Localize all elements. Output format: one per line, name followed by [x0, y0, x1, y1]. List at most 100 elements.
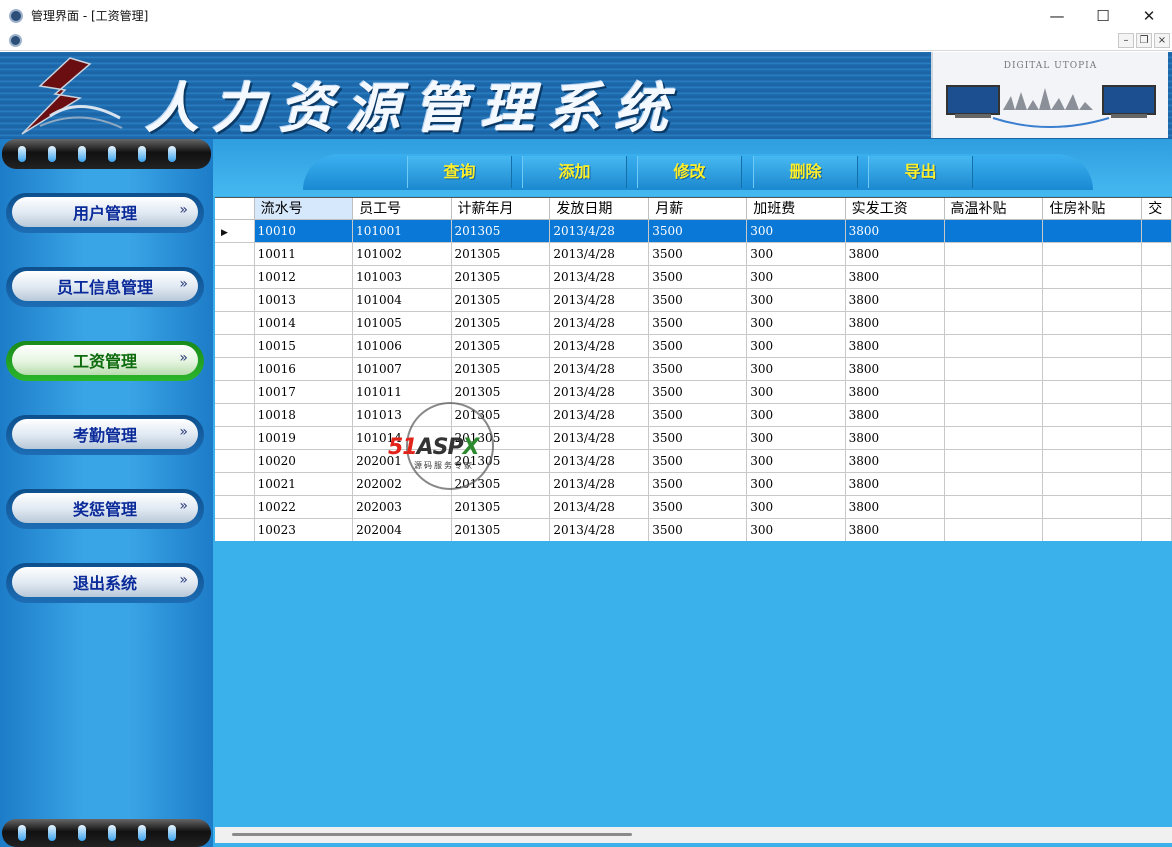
- table-cell[interactable]: 10014: [254, 311, 354, 335]
- delete-button[interactable]: 删除: [753, 156, 858, 188]
- table-cell[interactable]: 2013/4/28: [549, 495, 650, 519]
- table-cell[interactable]: [1141, 334, 1172, 358]
- table-row[interactable]: ▶ 10010 101001 201305 2013/4/28 3500 300 3800: [215, 219, 1172, 243]
- row-header[interactable]: [215, 242, 255, 266]
- table-cell[interactable]: 10013: [254, 288, 354, 312]
- table-cell[interactable]: 202004: [352, 518, 452, 541]
- table-cell[interactable]: 3500: [648, 288, 748, 312]
- table-cell[interactable]: 2013/4/28: [549, 426, 650, 450]
- table-cell[interactable]: 3800: [845, 311, 945, 335]
- table-cell[interactable]: 10019: [254, 426, 354, 450]
- table-cell[interactable]: 101004: [352, 288, 452, 312]
- table-cell[interactable]: [944, 426, 1044, 450]
- table-cell[interactable]: [944, 380, 1044, 404]
- table-cell[interactable]: 101007: [352, 357, 452, 381]
- row-header[interactable]: [215, 449, 255, 473]
- table-cell[interactable]: [944, 219, 1044, 243]
- row-header[interactable]: [215, 495, 255, 519]
- table-cell[interactable]: [1141, 472, 1172, 496]
- table-cell[interactable]: [1042, 265, 1143, 289]
- table-cell[interactable]: 201305: [451, 495, 551, 519]
- table-cell[interactable]: 300: [746, 495, 846, 519]
- table-row[interactable]: 10012 101003 201305 2013/4/28 3500 300 3800: [215, 265, 1172, 289]
- table-cell[interactable]: 201305: [451, 472, 551, 496]
- table-cell[interactable]: [944, 403, 1044, 427]
- table-cell[interactable]: 300: [746, 288, 846, 312]
- table-cell[interactable]: 300: [746, 403, 846, 427]
- table-cell[interactable]: [1042, 426, 1143, 450]
- table-row[interactable]: 10018 101013 201305 2013/4/28 3500 300 3800: [215, 403, 1172, 427]
- table-cell[interactable]: [944, 472, 1044, 496]
- row-header[interactable]: [215, 380, 255, 404]
- mdi-restore-button[interactable]: ❐: [1136, 33, 1152, 48]
- table-cell[interactable]: 10018: [254, 403, 354, 427]
- table-cell[interactable]: 2013/4/28: [549, 472, 650, 496]
- column-header[interactable]: 员工号: [352, 198, 452, 220]
- table-cell[interactable]: 300: [746, 426, 846, 450]
- row-header[interactable]: ▶: [215, 219, 255, 243]
- row-header[interactable]: [215, 403, 255, 427]
- table-cell[interactable]: 300: [746, 265, 846, 289]
- table-cell[interactable]: [944, 449, 1044, 473]
- table-cell[interactable]: 3800: [845, 380, 945, 404]
- nav-employee-info-management[interactable]: 员工信息管理 »: [6, 267, 204, 307]
- salary-data-grid[interactable]: 流水号 员工号 计薪年月 发放日期 月薪 加班费 实发工资 高温补贴 住房补贴 …: [215, 197, 1172, 541]
- table-cell[interactable]: 300: [746, 219, 846, 243]
- table-cell[interactable]: [1042, 288, 1143, 312]
- table-row[interactable]: 10017 101011 201305 2013/4/28 3500 300 3800: [215, 380, 1172, 404]
- table-cell[interactable]: 10023: [254, 518, 354, 541]
- table-cell[interactable]: [1141, 288, 1172, 312]
- table-cell[interactable]: 3800: [845, 242, 945, 266]
- add-button[interactable]: 添加: [522, 156, 627, 188]
- table-cell[interactable]: [1141, 219, 1172, 243]
- column-header[interactable]: 实发工资: [845, 198, 945, 220]
- table-cell[interactable]: 10017: [254, 380, 354, 404]
- table-cell[interactable]: 201305: [451, 265, 551, 289]
- maximize-button[interactable]: ☐: [1080, 0, 1126, 31]
- table-cell[interactable]: 201305: [451, 357, 551, 381]
- table-cell[interactable]: 201305: [451, 426, 551, 450]
- table-cell[interactable]: [1141, 403, 1172, 427]
- table-cell[interactable]: 2013/4/28: [549, 518, 650, 541]
- table-cell[interactable]: 3800: [845, 449, 945, 473]
- table-cell[interactable]: 201305: [451, 334, 551, 358]
- scrollbar-thumb[interactable]: [232, 833, 632, 836]
- table-row[interactable]: 10020 202001 201305 2013/4/28 3500 300 3800: [215, 449, 1172, 473]
- table-cell[interactable]: 2013/4/28: [549, 403, 650, 427]
- table-cell[interactable]: 2013/4/28: [549, 242, 650, 266]
- table-cell[interactable]: 10010: [254, 219, 354, 243]
- table-row[interactable]: 10016 101007 201305 2013/4/28 3500 300 3800: [215, 357, 1172, 381]
- table-cell[interactable]: 2013/4/28: [549, 449, 650, 473]
- table-cell[interactable]: 3500: [648, 334, 748, 358]
- table-cell[interactable]: 10015: [254, 334, 354, 358]
- table-cell[interactable]: [1042, 219, 1143, 243]
- table-cell[interactable]: 300: [746, 311, 846, 335]
- table-cell[interactable]: 3500: [648, 426, 748, 450]
- table-cell[interactable]: 101014: [352, 426, 452, 450]
- table-cell[interactable]: 10022: [254, 495, 354, 519]
- table-cell[interactable]: 10012: [254, 265, 354, 289]
- horizontal-scrollbar[interactable]: [215, 827, 1172, 843]
- table-cell[interactable]: 2013/4/28: [549, 311, 650, 335]
- column-header[interactable]: 流水号: [254, 198, 354, 220]
- row-header[interactable]: [215, 288, 255, 312]
- table-cell[interactable]: 300: [746, 449, 846, 473]
- table-row[interactable]: 10019 101014 201305 2013/4/28 3500 300 3800: [215, 426, 1172, 450]
- table-cell[interactable]: [1042, 472, 1143, 496]
- table-cell[interactable]: 201305: [451, 242, 551, 266]
- table-cell[interactable]: 202003: [352, 495, 452, 519]
- table-cell[interactable]: 101003: [352, 265, 452, 289]
- table-cell[interactable]: [944, 311, 1044, 335]
- table-cell[interactable]: 101011: [352, 380, 452, 404]
- table-cell[interactable]: [1141, 357, 1172, 381]
- table-cell[interactable]: 2013/4/28: [549, 357, 650, 381]
- table-cell[interactable]: 3500: [648, 219, 748, 243]
- column-header[interactable]: 住房补贴: [1042, 198, 1143, 220]
- table-cell[interactable]: [1141, 518, 1172, 541]
- nav-user-management[interactable]: 用户管理 »: [6, 193, 204, 233]
- table-cell[interactable]: 3500: [648, 357, 748, 381]
- table-cell[interactable]: 3800: [845, 518, 945, 541]
- table-cell[interactable]: 201305: [451, 311, 551, 335]
- column-header[interactable]: 加班费: [746, 198, 846, 220]
- table-cell[interactable]: 2013/4/28: [549, 380, 650, 404]
